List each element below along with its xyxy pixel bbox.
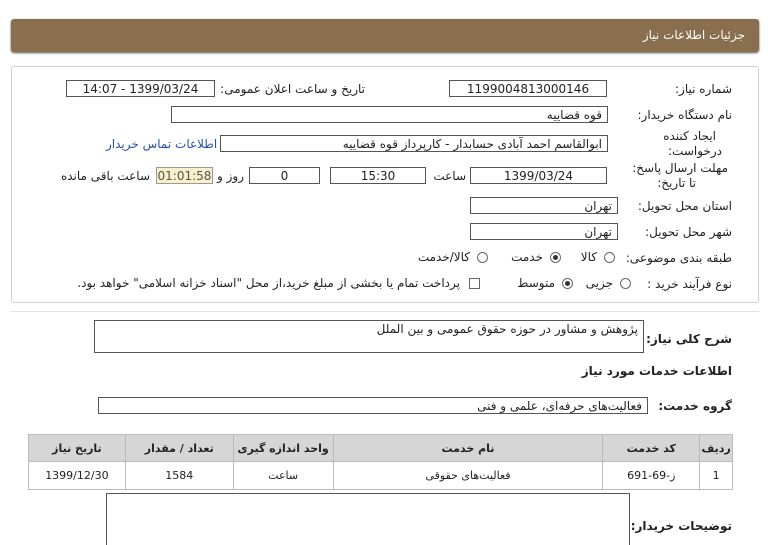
table-header-row: ردیف کد خدمت نام خدمت واحد اندازه گیری ت… bbox=[28, 434, 733, 462]
deadline-label: مهلت ارسال پاسخ: bbox=[632, 161, 728, 175]
col-qty-header: تعداد / مقدار bbox=[124, 434, 234, 462]
contact-buyer-link[interactable]: اطلاعات تماس خریدار bbox=[106, 137, 217, 151]
process-medium-radio[interactable] bbox=[562, 278, 573, 289]
category-goods-label: کالا bbox=[580, 250, 597, 264]
treasury-note: پرداخت تمام یا بخشی از مبلغ خرید،از محل … bbox=[77, 276, 460, 290]
services-section-title: اطلاعات خدمات مورد نیاز bbox=[581, 364, 732, 378]
process-minor-radio[interactable] bbox=[620, 278, 631, 289]
days-field: 0 bbox=[249, 167, 320, 184]
col-date-header: تاریخ نیاز bbox=[28, 434, 126, 462]
process-label: نوع فرآیند خرید : bbox=[647, 277, 732, 291]
cell-code: ز-69-691 bbox=[602, 461, 701, 490]
buyer-org-field: قوه قضاییه bbox=[171, 106, 608, 123]
city-label: شهر محل تحویل: bbox=[645, 225, 732, 239]
table-row: 1 ز-69-691 فعالیت‌های حقوقی ساعت 1584 13… bbox=[28, 461, 733, 490]
col-code-header: کد خدمت bbox=[602, 434, 701, 462]
need-number-label: شماره نیاز: bbox=[675, 82, 732, 96]
cell-name: فعالیت‌های حقوقی bbox=[332, 461, 604, 490]
page-title: جزئیات اطلاعات نیاز bbox=[642, 28, 745, 42]
cell-date: 1399/12/30 bbox=[28, 461, 126, 490]
announce-field: 1399/03/24 - 14:07 bbox=[66, 80, 215, 97]
cell-unit: ساعت bbox=[232, 461, 334, 490]
description-label: شرح کلی نیاز: bbox=[646, 332, 732, 346]
divider bbox=[11, 311, 759, 312]
process-medium-label: متوسط bbox=[517, 276, 555, 290]
category-goods-service-label: کالا/خدمت bbox=[417, 250, 470, 264]
creator-label-2: درخواست: bbox=[668, 144, 722, 158]
deadline-time-field: 15:30 bbox=[330, 167, 426, 184]
service-group-field: فعالیت‌های حرفه‌ای، علمی و فنی bbox=[98, 397, 648, 414]
col-name-header: نام خدمت bbox=[332, 434, 604, 462]
process-minor-label: جزیی bbox=[585, 276, 613, 290]
creator-label: ایجاد کننده bbox=[663, 129, 716, 143]
cell-qty: 1584 bbox=[124, 461, 234, 490]
cell-row: 1 bbox=[699, 461, 733, 490]
description-field: پژوهش و مشاور در حوزه حقوق عمومی و بین ا… bbox=[94, 320, 644, 353]
announce-label: تاریخ و ساعت اعلان عمومی: bbox=[220, 82, 365, 96]
province-label: استان محل تحویل: bbox=[637, 199, 732, 213]
deadline-label-2: تا تاریخ: bbox=[657, 176, 696, 190]
details-panel bbox=[11, 66, 759, 303]
col-unit-header: واحد اندازه گیری bbox=[232, 434, 334, 462]
city-field: تهران bbox=[470, 223, 618, 240]
province-field: تهران bbox=[470, 197, 618, 214]
deadline-time-label: ساعت bbox=[433, 169, 466, 183]
remaining-label: ساعت باقی مانده bbox=[60, 169, 150, 183]
remaining-time-field: 01:01:58 bbox=[156, 167, 213, 184]
service-group-label: گروه خدمت: bbox=[658, 399, 732, 413]
category-goods-radio[interactable] bbox=[604, 252, 615, 263]
services-table: ردیف کد خدمت نام خدمت واحد اندازه گیری ت… bbox=[28, 434, 733, 490]
col-row-header: ردیف bbox=[699, 434, 733, 462]
days-label: روز و bbox=[217, 169, 244, 183]
deadline-date-field: 1399/03/24 bbox=[470, 167, 607, 184]
creator-field: ابوالقاسم احمد آبادی حسابدار - کارپرداز … bbox=[220, 135, 608, 152]
buyer-notes-label: توضیحات خریدار: bbox=[630, 519, 732, 533]
category-goods-service-radio[interactable] bbox=[477, 252, 488, 263]
category-service-label: خدمت bbox=[511, 250, 543, 264]
category-service-radio[interactable] bbox=[550, 252, 561, 263]
need-number-field: 1199004813000146 bbox=[449, 80, 607, 97]
treasury-checkbox[interactable] bbox=[469, 278, 480, 289]
category-label: طبقه بندی موضوعی: bbox=[625, 251, 732, 265]
page-header: جزئیات اطلاعات نیاز bbox=[11, 19, 759, 52]
buyer-notes-field bbox=[106, 493, 630, 545]
buyer-org-label: نام دستگاه خریدار: bbox=[637, 108, 733, 122]
